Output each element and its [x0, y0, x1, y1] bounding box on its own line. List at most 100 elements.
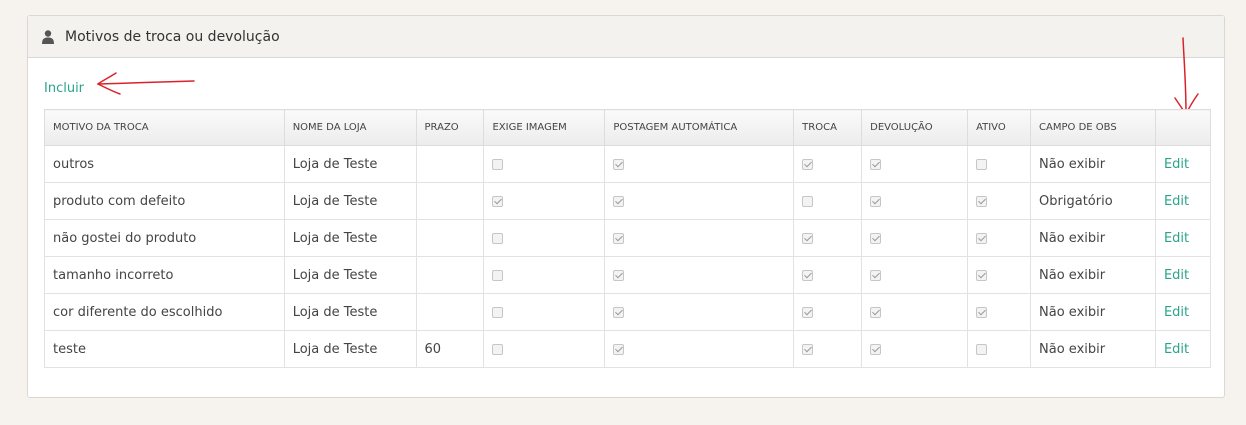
postagem-checkbox	[613, 195, 625, 207]
troca-cell	[793, 293, 863, 331]
ativo-cell	[967, 182, 1032, 220]
devolucao-cell	[861, 219, 969, 257]
postagem-checkbox	[613, 232, 625, 244]
prazo-cell	[415, 145, 485, 183]
troca-checkbox	[802, 195, 814, 207]
col-prazo-header: PRAZO	[415, 109, 485, 146]
motivo-cell: não gostei do produto	[44, 219, 285, 257]
edit-link[interactable]: Edit	[1154, 182, 1212, 220]
ativo-checkbox	[976, 158, 988, 170]
ativo-checkbox	[976, 232, 988, 244]
troca-cell	[793, 145, 863, 183]
exige-imagem-cell	[483, 145, 606, 183]
devolucao-checkbox	[870, 195, 882, 207]
loja-cell: Loja de Teste	[283, 219, 417, 257]
col-exige-imagem-header: EXIGE IMAGEM	[483, 109, 606, 146]
troca-checkbox	[802, 269, 814, 281]
loja-cell: Loja de Teste	[283, 256, 417, 294]
prazo-cell	[415, 256, 485, 294]
col-loja-header: NOME DA LOJA	[283, 109, 417, 146]
loja-cell: Loja de Teste	[283, 330, 417, 368]
obs-cell: Obrigatório	[1030, 182, 1156, 220]
devolucao-cell	[861, 182, 969, 220]
ativo-cell	[967, 330, 1032, 368]
exige-imagem-cell	[483, 182, 606, 220]
troca-cell	[793, 256, 863, 294]
troca-cell	[793, 182, 863, 220]
motivo-cell: outros	[44, 145, 285, 183]
panel-title: Motivos de troca ou devolução	[65, 28, 280, 45]
col-motivo-header: MOTIVO DA TROCA	[44, 109, 285, 146]
devolucao-cell	[861, 293, 969, 331]
devolucao-cell	[861, 330, 969, 368]
exige-imagem-cell	[483, 256, 606, 294]
user-icon	[42, 29, 54, 44]
motivo-cell: teste	[44, 330, 285, 368]
col-ativo-header: ATIVO	[967, 109, 1032, 146]
edit-link[interactable]: Edit	[1154, 330, 1212, 368]
exige-imagem-checkbox	[492, 232, 504, 244]
troca-checkbox	[802, 158, 814, 170]
exige-imagem-checkbox	[492, 269, 504, 281]
left-arrow-annotation-icon	[96, 72, 195, 95]
edit-link[interactable]: Edit	[1154, 293, 1212, 331]
obs-cell: Não exibir	[1030, 145, 1156, 183]
postagem-checkbox	[613, 343, 625, 355]
postagem-cell	[604, 256, 795, 294]
col-obs-header: CAMPO DE OBS	[1030, 109, 1156, 146]
exige-imagem-cell	[483, 219, 606, 257]
troca-checkbox	[802, 343, 814, 355]
postagem-cell	[604, 219, 795, 257]
devolucao-checkbox	[870, 306, 882, 318]
exige-imagem-cell	[483, 330, 606, 368]
table-header-row: MOTIVO DA TROCA NOME DA LOJA PRAZO EXIGE IM…	[44, 109, 1212, 146]
postagem-cell	[604, 145, 795, 183]
panel-header: Motivos de troca ou devolução	[28, 16, 1224, 58]
obs-cell: Não exibir	[1030, 330, 1156, 368]
table-row: não gostei do produto Loja de Teste Não ex…	[44, 219, 1212, 257]
postagem-checkbox	[613, 269, 625, 281]
motivo-cell: cor diferente do escolhido	[44, 293, 285, 331]
devolucao-checkbox	[870, 269, 882, 281]
edit-link[interactable]: Edit	[1154, 219, 1212, 257]
obs-cell: Não exibir	[1030, 293, 1156, 331]
edit-link[interactable]: Edit	[1154, 145, 1212, 183]
obs-cell: Não exibir	[1030, 256, 1156, 294]
col-devolucao-header: DEVOLUÇÃO	[861, 109, 969, 146]
edit-link[interactable]: Edit	[1154, 256, 1212, 294]
ativo-checkbox	[976, 343, 988, 355]
prazo-cell	[415, 293, 485, 331]
loja-cell: Loja de Teste	[283, 293, 417, 331]
troca-checkbox	[802, 306, 814, 318]
table-row: produto com defeito Loja de Teste Obrigató…	[44, 182, 1212, 220]
devolucao-cell	[861, 145, 969, 183]
postagem-cell	[604, 330, 795, 368]
postagem-cell	[604, 182, 795, 220]
ativo-cell	[967, 219, 1032, 257]
exige-imagem-checkbox	[492, 158, 504, 170]
obs-cell: Não exibir	[1030, 219, 1156, 257]
ativo-cell	[967, 256, 1032, 294]
col-troca-header: TROCA	[793, 109, 863, 146]
ativo-cell	[967, 145, 1032, 183]
col-actions-header	[1154, 109, 1212, 146]
postagem-cell	[604, 293, 795, 331]
ativo-checkbox	[976, 306, 988, 318]
ativo-cell	[967, 293, 1032, 331]
troca-cell	[793, 219, 863, 257]
col-postagem-header: POSTAGEM AUTOMÁTICA	[604, 109, 795, 146]
exige-imagem-checkbox	[492, 306, 504, 318]
motivo-cell: tamanho incorreto	[44, 256, 285, 294]
table-row: tamanho incorreto Loja de Teste Não exibir…	[44, 256, 1212, 294]
prazo-cell	[415, 219, 485, 257]
devolucao-checkbox	[870, 158, 882, 170]
motivo-cell: produto com defeito	[44, 182, 285, 220]
table-row: teste Loja de Teste 60 Não exibir Edit	[44, 330, 1212, 368]
exige-imagem-checkbox	[492, 195, 504, 207]
postagem-checkbox	[613, 306, 625, 318]
reasons-panel: Motivos de troca ou devolução Incluir MO…	[27, 15, 1225, 398]
prazo-cell: 60	[415, 330, 485, 368]
table-row: outros Loja de Teste Não exibir Edit	[44, 145, 1212, 183]
reasons-table: MOTIVO DA TROCA NOME DA LOJA PRAZO EXIGE IM…	[44, 109, 1212, 368]
include-link[interactable]: Incluir	[44, 81, 84, 96]
